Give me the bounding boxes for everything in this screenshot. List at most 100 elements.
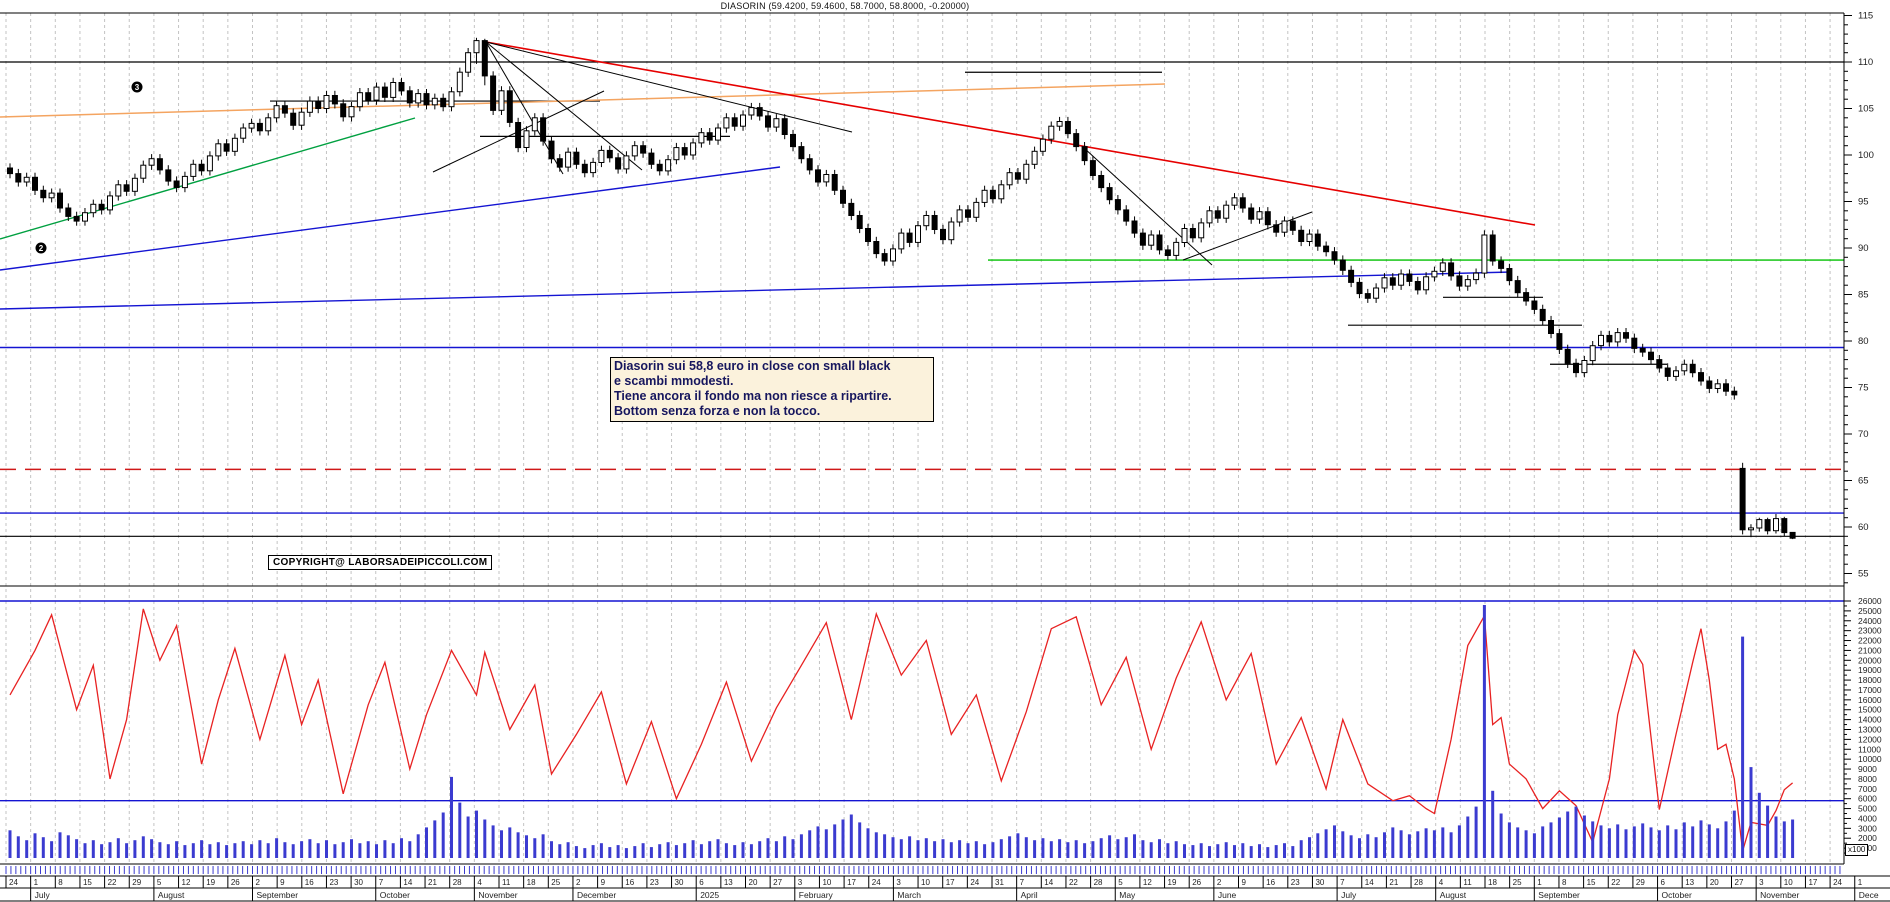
volume-bar — [1766, 806, 1769, 858]
volume-bar — [1775, 817, 1778, 859]
week-tick-label: 14 — [1365, 878, 1374, 887]
candle-down — [1532, 301, 1537, 309]
candle-up — [1432, 271, 1437, 277]
candle-down — [807, 159, 812, 170]
volume-bar — [558, 844, 561, 858]
candle-down — [799, 147, 804, 159]
volume-bar — [392, 843, 395, 858]
price-axis-label: 95 — [1858, 197, 1869, 208]
volume-bar — [625, 848, 628, 858]
candle-down — [607, 150, 612, 157]
volume-bar — [433, 820, 436, 858]
candle-down — [1690, 364, 1695, 372]
candle-down — [791, 135, 796, 147]
volume-bar — [1683, 822, 1686, 858]
candle-up — [891, 249, 896, 261]
candle-up — [457, 72, 462, 92]
week-tick-label: 14 — [1044, 878, 1053, 887]
volume-bar — [950, 842, 953, 858]
candle-down — [1624, 333, 1629, 339]
candle-down — [1132, 221, 1137, 233]
candle-down — [366, 93, 371, 100]
candle-down — [1732, 391, 1737, 395]
candle-up — [1182, 229, 1187, 243]
candle-up — [1757, 520, 1762, 528]
volume-bar — [525, 835, 528, 858]
volume-bar — [1741, 637, 1744, 858]
month-label: April — [1021, 890, 1038, 900]
volume-bar — [1100, 838, 1103, 858]
volume-bar — [1641, 823, 1644, 858]
candle-down — [574, 152, 579, 164]
candle-up — [1282, 221, 1287, 232]
volume-bar — [842, 820, 845, 859]
volume-bar — [1058, 839, 1061, 858]
candle-up — [1307, 234, 1312, 241]
candle-up — [1674, 371, 1679, 377]
volume-bar — [67, 835, 70, 858]
candle-up — [1482, 235, 1487, 273]
candle-up — [1199, 223, 1204, 238]
volume-bar — [1450, 832, 1453, 858]
candle-up — [299, 112, 304, 125]
volume-bar — [550, 841, 553, 858]
volume-bar — [225, 845, 228, 858]
volume-bar — [1791, 820, 1794, 859]
candle-up — [149, 159, 154, 166]
analyst-annotation-box[interactable]: Diasorin sui 58,8 euro in close con smal… — [610, 357, 934, 422]
volume-bar — [900, 839, 903, 858]
candle-down — [1707, 381, 1712, 388]
week-tick-label: 16 — [625, 878, 634, 887]
volume-bar — [59, 832, 62, 858]
volume-bar — [733, 845, 736, 858]
volume-bar — [883, 834, 886, 858]
month-label: October — [1662, 890, 1692, 900]
month-label: August — [1440, 890, 1467, 900]
volume-bar — [1508, 822, 1511, 858]
week-tick-label: 16 — [305, 878, 314, 887]
candle-up — [116, 185, 121, 196]
volume-bar — [300, 841, 303, 858]
volume-bar — [1750, 767, 1753, 858]
candle-down — [1607, 335, 1612, 342]
week-tick-label: 3 — [1759, 878, 1764, 887]
volume-bar — [1408, 834, 1411, 858]
volume-axis-label: 7000 — [1858, 784, 1877, 794]
volume-bar — [458, 803, 461, 858]
candle-down — [1740, 468, 1745, 529]
candle-up — [1440, 263, 1445, 271]
candle-down — [199, 164, 204, 171]
week-tick-label: 6 — [1661, 878, 1666, 887]
candle-up — [957, 210, 962, 222]
candle-down — [1565, 349, 1570, 363]
volume-axis-label: 25000 — [1858, 606, 1882, 616]
volume-bar — [583, 848, 586, 858]
volume-bar — [800, 834, 803, 858]
volume-bar — [892, 837, 895, 858]
stock-chart-canvas[interactable]: 5560657075808590951001051101151000200030… — [0, 0, 1890, 902]
volume-bar — [1008, 836, 1011, 858]
candle-down — [657, 164, 662, 171]
volume-bar — [492, 825, 495, 858]
week-tick-label: 25 — [551, 878, 560, 887]
candle-up — [1774, 519, 1779, 531]
volume-bar — [1141, 840, 1144, 858]
week-tick-label: 23 — [650, 878, 659, 887]
candle-down — [932, 216, 937, 230]
annotation-line: Tiene ancora il fondo ma non riesce a ri… — [614, 389, 930, 404]
candle-up — [691, 143, 696, 155]
volume-bar — [1575, 807, 1578, 858]
price-axis-label: 60 — [1858, 522, 1869, 533]
volume-bar — [1366, 834, 1369, 858]
volume-bar — [1066, 842, 1069, 858]
volume-bar — [675, 845, 678, 858]
candle-down — [641, 146, 646, 153]
candle-up — [1590, 346, 1595, 361]
candle-up — [566, 152, 571, 167]
candle-up — [716, 128, 721, 140]
volume-bar — [1591, 821, 1594, 858]
week-tick-label: 1 — [1537, 878, 1542, 887]
candle-down — [1724, 384, 1729, 391]
candle-down — [1524, 293, 1529, 301]
volume-bar — [375, 844, 378, 858]
